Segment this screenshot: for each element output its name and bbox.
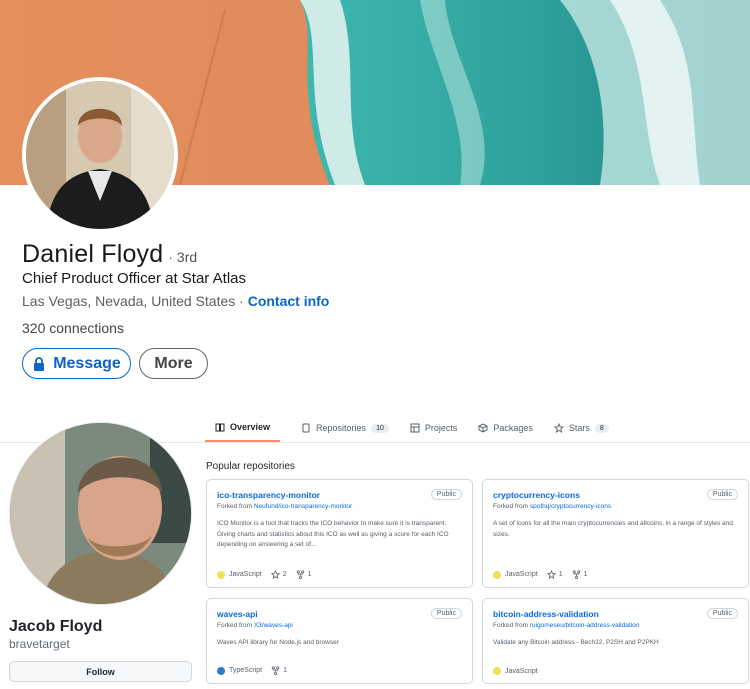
fork-source-link[interactable]: X3/waves-api xyxy=(254,622,293,629)
message-button[interactable]: Message xyxy=(22,348,131,379)
table-icon xyxy=(410,423,420,433)
repo-meta: JavaScript xyxy=(493,667,538,675)
profile-photo-daniel[interactable] xyxy=(22,77,178,233)
repo-stars[interactable]: 2 xyxy=(283,571,287,578)
tab-projects[interactable]: Projects xyxy=(410,414,458,442)
visibility-badge: Public xyxy=(706,608,738,619)
connections-count[interactable]: 320 connections xyxy=(22,320,124,336)
popular-repositories-heading: Popular repositories xyxy=(206,461,295,472)
fork-icon xyxy=(271,666,280,675)
repo-card: cryptocurrency-icons Public Forked from … xyxy=(482,479,749,588)
repo-forks[interactable]: 1 xyxy=(283,667,287,674)
profile-location: Las Vegas, Nevada, United States xyxy=(22,293,236,309)
more-button-label: More xyxy=(154,354,193,372)
fork-prefix: Forked from xyxy=(493,622,530,629)
repo-language: JavaScript xyxy=(505,571,538,578)
lock-icon xyxy=(34,356,45,371)
tab-packages[interactable]: Packages xyxy=(478,414,533,442)
language-color-dot xyxy=(217,666,225,675)
location-separator: · xyxy=(235,293,248,309)
name-row: Daniel Floyd · 3rd xyxy=(22,240,197,269)
visibility-badge: Public xyxy=(430,608,462,619)
repo-meta: JavaScript 2 1 xyxy=(217,570,312,579)
tab-repositories-label: Repositories xyxy=(316,423,367,433)
language-color-dot xyxy=(493,667,501,675)
profile-name: Daniel Floyd xyxy=(22,240,164,268)
repo-forks[interactable]: 1 xyxy=(308,571,312,578)
fork-source: Forked from X3/waves-api xyxy=(217,622,462,629)
connection-degree: · 3rd xyxy=(168,249,198,265)
repo-description: A set of icons for all the main cryptocu… xyxy=(493,520,733,538)
more-button[interactable]: More xyxy=(139,348,208,379)
repo-description: Waves API library for Node.js and browse… xyxy=(217,639,339,646)
repositories-count: 10 xyxy=(371,423,389,433)
github-full-name: Jacob Floyd xyxy=(9,618,103,635)
repo-language: JavaScript xyxy=(505,667,538,675)
contact-info-link[interactable]: Contact info xyxy=(248,293,330,309)
fork-source-link[interactable]: Neufund/ico-transparency-monitor xyxy=(254,503,352,510)
tab-projects-label: Projects xyxy=(424,423,458,433)
language-color-dot xyxy=(217,570,225,579)
repo-card: bitcoin-address-validation Public Forked… xyxy=(482,598,749,684)
repo-description: ICO Monitor is a tool that tracks the IC… xyxy=(217,520,449,548)
repo-meta: TypeScript 1 xyxy=(217,666,287,675)
fork-source-link[interactable]: spothq/cryptocurrency-icons xyxy=(530,503,611,510)
tab-repositories[interactable]: Repositories 10 xyxy=(301,414,389,442)
location-row: Las Vegas, Nevada, United States · Conta… xyxy=(22,293,329,309)
repo-name-link[interactable]: cryptocurrency-icons xyxy=(493,490,580,500)
visibility-badge: Public xyxy=(706,489,738,500)
repo-card: ico-transparency-monitor Public Forked f… xyxy=(206,479,473,588)
visibility-badge: Public xyxy=(430,489,462,500)
fork-icon xyxy=(572,570,580,579)
repo-language: JavaScript xyxy=(229,571,262,578)
fork-prefix: Forked from xyxy=(493,503,530,510)
repo-language: TypeScript xyxy=(229,667,263,674)
fork-prefix: Forked from xyxy=(217,503,254,510)
github-username: bravetarget xyxy=(9,637,70,651)
star-icon xyxy=(270,570,280,579)
repo-name-link[interactable]: bitcoin-address-validation xyxy=(493,609,599,619)
profile-tabs: Overview Repositories 10 Projects Packag… xyxy=(205,414,630,442)
repo-meta: JavaScript 1 1 xyxy=(493,570,588,579)
profile-photo-jacob[interactable] xyxy=(9,422,192,605)
repo-forks[interactable]: 1 xyxy=(584,571,588,578)
repo-name-link[interactable]: ico-transparency-monitor xyxy=(217,490,320,500)
profile-headline: Chief Product Officer at Star Atlas xyxy=(22,270,246,287)
fork-icon xyxy=(296,570,304,579)
repo-stars[interactable]: 1 xyxy=(559,571,563,578)
repo-card: waves-api Public Forked from X3/waves-ap… xyxy=(206,598,473,684)
fork-source-link[interactable]: ruigomeseu/bitcoin-address-validation xyxy=(530,622,639,629)
tab-overview[interactable]: Overview xyxy=(205,414,281,442)
fork-source: Forked from Neufund/ico-transparency-mon… xyxy=(217,503,462,510)
stars-count: 8 xyxy=(594,423,609,433)
book-icon xyxy=(215,423,225,432)
repo-description: Validate any Bitcoin address - Bech32, P… xyxy=(493,639,659,646)
package-icon xyxy=(478,423,488,433)
message-button-label: Message xyxy=(53,354,121,372)
language-color-dot xyxy=(493,570,501,579)
follow-button[interactable]: Follow xyxy=(9,661,192,682)
follow-button-label: Follow xyxy=(86,666,115,677)
repo-icon xyxy=(302,423,310,433)
star-icon xyxy=(553,423,564,433)
fork-source: Forked from spothq/cryptocurrency-icons xyxy=(493,503,738,510)
tab-packages-label: Packages xyxy=(493,423,533,433)
fork-prefix: Forked from xyxy=(217,622,254,629)
tab-stars[interactable]: Stars 8 xyxy=(553,414,609,442)
fork-source: Forked from ruigomeseu/bitcoin-address-v… xyxy=(493,622,738,629)
tab-stars-label: Stars xyxy=(568,423,590,433)
star-icon xyxy=(546,570,556,579)
tab-overview-label: Overview xyxy=(230,422,271,432)
repo-name-link[interactable]: waves-api xyxy=(217,609,258,619)
